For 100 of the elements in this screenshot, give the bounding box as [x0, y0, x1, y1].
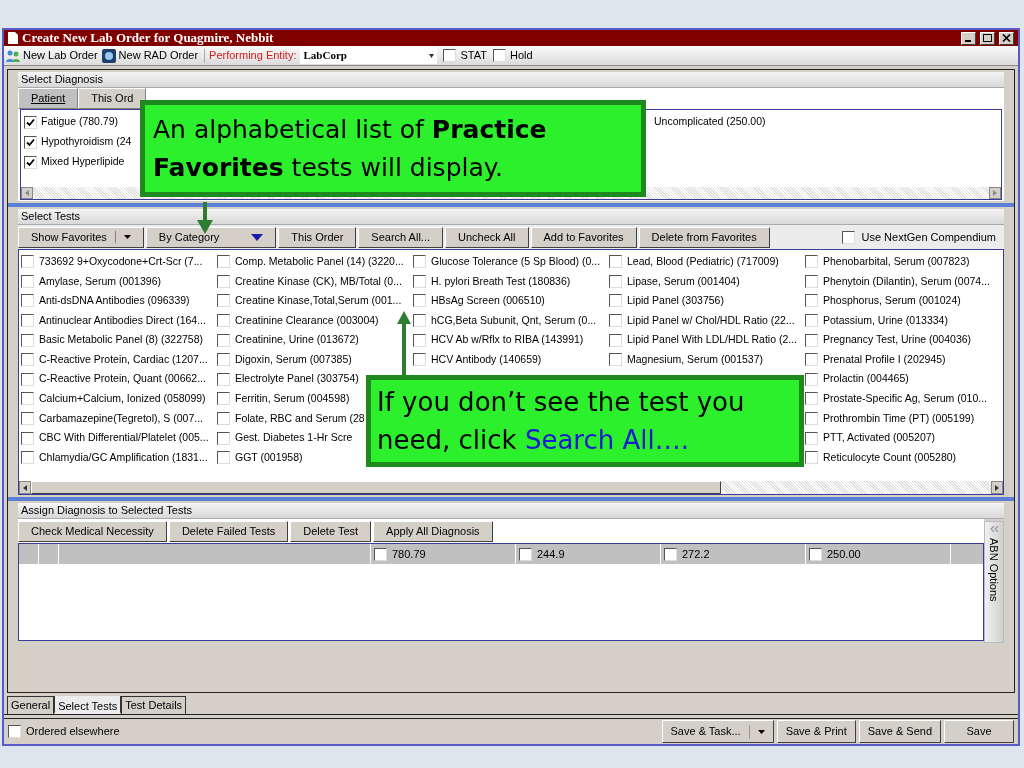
checkbox[interactable] [21, 333, 34, 347]
entity-dropdown[interactable]: LabCorp [300, 47, 438, 64]
checkbox[interactable] [217, 333, 230, 347]
checkbox[interactable] [842, 230, 856, 244]
checkbox[interactable] [21, 412, 34, 426]
checkbox[interactable] [609, 333, 622, 347]
checkbox[interactable] [413, 353, 426, 367]
checkbox[interactable] [8, 725, 21, 738]
checkbox[interactable] [21, 255, 34, 269]
toolbar-button[interactable]: Add to Favorites [530, 226, 637, 248]
checkbox[interactable] [805, 431, 818, 445]
test-label: Creatine Kinase (CK), MB/Total (0... [235, 273, 402, 289]
checkbox[interactable] [21, 314, 34, 328]
toolbar-button[interactable]: Apply All Diagnosis [373, 520, 493, 542]
page-tab[interactable]: Test Details [121, 696, 187, 714]
checkbox[interactable] [21, 294, 34, 308]
checkbox[interactable] [443, 49, 457, 62]
checkbox[interactable] [413, 333, 426, 347]
save-button[interactable]: Save & Print [776, 720, 856, 743]
checkbox[interactable] [492, 49, 506, 62]
toolbar-button[interactable]: Delete Failed Tests [168, 520, 289, 542]
toolbar-button[interactable]: Uncheck All [445, 226, 529, 248]
checkbox[interactable] [217, 294, 230, 308]
page-tab[interactable]: General [7, 696, 55, 714]
checkbox[interactable] [609, 314, 622, 328]
checkbox[interactable] [217, 274, 230, 288]
toolbar-button[interactable]: Delete from Favorites [638, 226, 770, 248]
checkbox[interactable] [805, 451, 818, 465]
checkbox[interactable] [805, 372, 818, 386]
checkbox[interactable] [21, 392, 34, 406]
horizontal-scrollbar[interactable] [19, 481, 1003, 494]
checkbox[interactable] [217, 314, 230, 328]
checkbox[interactable] [609, 255, 622, 269]
checkbox[interactable] [413, 314, 426, 328]
diagnosis-label: Hypothyroidism (24 [41, 134, 132, 150]
diagnosis-tab[interactable]: Patient [18, 88, 79, 109]
close-button[interactable] [999, 31, 1014, 45]
checkbox[interactable] [413, 274, 426, 288]
checkbox[interactable] [374, 547, 387, 561]
checkbox[interactable] [21, 431, 34, 445]
checkbox[interactable] [805, 333, 818, 347]
toolbar-button[interactable]: Search All... [358, 226, 443, 248]
checkbox[interactable] [24, 115, 37, 129]
checkbox[interactable] [609, 274, 622, 288]
scrollbar-thumb[interactable] [31, 481, 721, 494]
test-label: Glucose Tolerance (5 Sp Blood) (0... [431, 253, 601, 269]
checkbox[interactable] [21, 451, 34, 465]
column-header: 250.00 [827, 546, 861, 562]
checkbox[interactable] [805, 353, 818, 367]
toolbar-button[interactable]: By Category [145, 226, 277, 248]
diagnosis-label: Uncomplicated (250.00) [654, 114, 766, 130]
test-label: Carbamazepine(Tegretol), S (007... [39, 410, 203, 426]
checkbox[interactable] [664, 547, 677, 561]
new-rad-order-button[interactable]: New RAD Order [101, 47, 199, 64]
test-label: Electrolyte Panel (303754) [235, 371, 359, 387]
checkbox[interactable] [24, 155, 37, 169]
save-button[interactable]: Save & Task... [661, 720, 774, 743]
checkbox[interactable] [217, 255, 230, 269]
checkbox[interactable] [21, 274, 34, 288]
checkbox[interactable] [217, 353, 230, 367]
checkbox[interactable] [413, 294, 426, 308]
checkbox[interactable] [217, 431, 230, 445]
checkbox[interactable] [21, 372, 34, 386]
toolbar-button[interactable]: Check Medical Necessity [18, 520, 167, 542]
save-button[interactable]: Save & Send [858, 720, 941, 743]
checkbox[interactable] [809, 547, 822, 561]
checkbox[interactable] [217, 451, 230, 465]
toolbar-button[interactable]: This Order [278, 226, 357, 248]
checkbox[interactable] [217, 372, 230, 386]
toolbar-button[interactable]: Delete Test [290, 520, 372, 542]
checkbox[interactable] [609, 353, 622, 367]
checkbox[interactable] [805, 294, 818, 308]
save-button[interactable]: Save [944, 720, 1014, 743]
side-tab[interactable]: ABN Options [984, 521, 1004, 643]
test-label: Phenytoin (Dilantin), Serum (0074... [823, 273, 990, 289]
checkbox[interactable] [805, 255, 818, 269]
checkbox[interactable] [24, 135, 37, 149]
test-label: Ferritin, Serum (004598) [235, 391, 350, 407]
checkbox[interactable] [519, 547, 532, 561]
test-label: Lipase, Serum (001404) [627, 273, 740, 289]
checkbox[interactable] [805, 412, 818, 426]
test-label: hCG,Beta Subunit, Qnt, Serum (0... [431, 312, 597, 328]
page-tab[interactable]: Select Tests [54, 696, 122, 714]
checkbox[interactable] [217, 412, 230, 426]
maximize-button[interactable] [980, 31, 995, 45]
checkbox[interactable] [805, 392, 818, 406]
new-lab-order-button[interactable]: New Lab Order [6, 47, 98, 64]
test-label: Calcium+Calcium, Ionized (058099) [39, 391, 206, 407]
test-label: HCV Antibody (140659) [431, 351, 542, 367]
test-label: Comp. Metabolic Panel (14) (3220... [235, 253, 404, 269]
checkbox[interactable] [805, 314, 818, 328]
checkbox[interactable] [21, 353, 34, 367]
test-label: GGT (001958) [235, 449, 303, 465]
diagnosis-tab[interactable]: This Ord [78, 88, 147, 109]
minimize-button[interactable] [961, 31, 976, 45]
toolbar-button[interactable]: Show Favorites [18, 226, 144, 248]
checkbox[interactable] [413, 255, 426, 269]
checkbox[interactable] [805, 274, 818, 288]
checkbox[interactable] [609, 294, 622, 308]
checkbox[interactable] [217, 392, 230, 406]
